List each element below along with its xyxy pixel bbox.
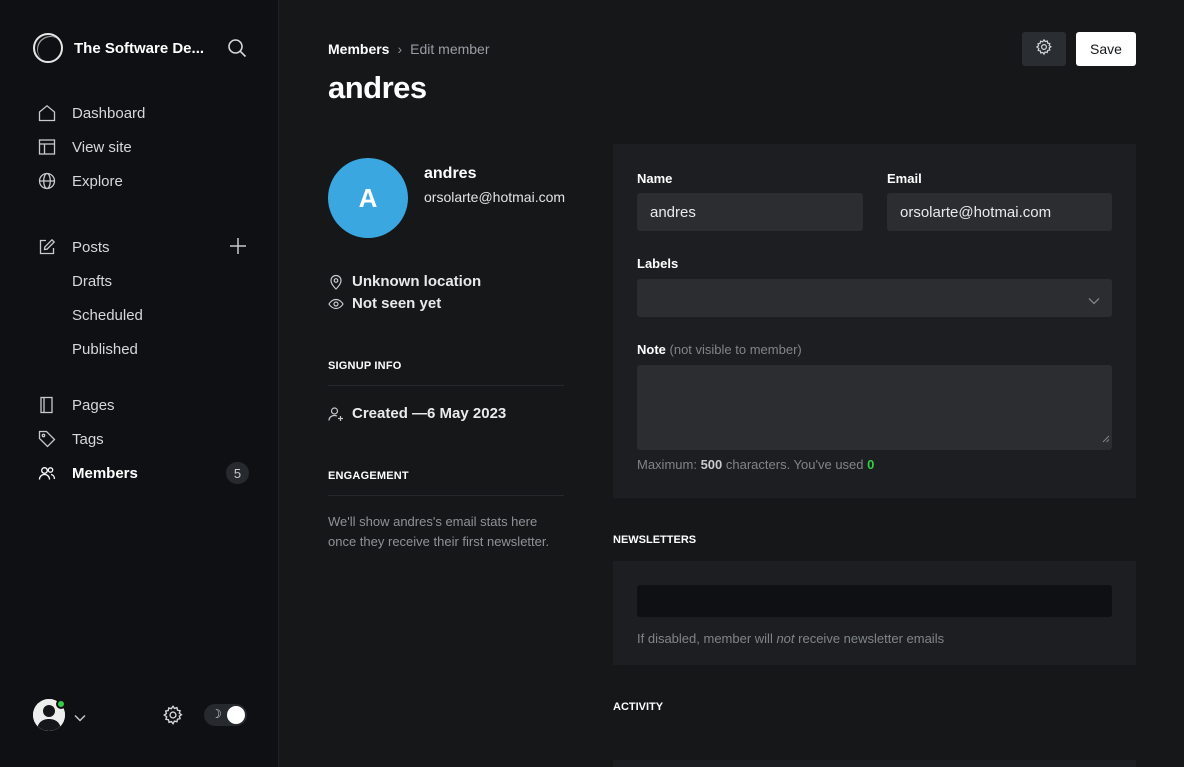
count-used: 0 [867,457,875,472]
sidebar: The Software De... Dashboard View site E… [0,0,279,767]
sidebar-item-posts[interactable]: Posts [38,237,110,257]
newsletter-help-text: If disabled, member will not receive new… [637,631,944,646]
location-pin-icon [328,274,344,290]
gear-icon[interactable] [162,704,184,731]
sidebar-item-view-site[interactable]: View site [38,137,132,157]
chevron-down-icon[interactable] [74,709,86,727]
online-status-dot [56,699,66,709]
engagement-heading: ENGAGEMENT [328,470,409,482]
newsletter-subscriptions[interactable] [637,585,1112,617]
search-icon[interactable] [227,38,247,63]
location-text: Unknown location [352,273,482,290]
newsletters-heading: NEWSLETTERS [613,534,697,546]
tag-icon [38,430,56,448]
moon-icon: ☽ [211,707,222,721]
help-suffix: receive newsletter emails [794,631,945,646]
help-prefix: If disabled, member will [637,631,777,646]
sidebar-item-scheduled[interactable]: Scheduled [72,305,143,325]
email-field[interactable]: orsolarte@hotmai.com [887,193,1112,231]
home-icon [38,104,56,122]
count-max: 500 [700,457,723,472]
sidebar-item-explore[interactable]: Explore [38,171,123,191]
note-label-text: Note [637,342,666,357]
globe-icon [38,172,56,190]
edit-icon [38,238,56,256]
pages-icon [38,396,56,414]
member-email: orsolarte@hotmai.com [424,189,566,205]
sidebar-item-pages[interactable]: Pages [38,395,115,415]
count-middle: characters. You've used [722,457,868,472]
member-location: Unknown location [328,273,481,290]
sidebar-item-tags[interactable]: Tags [38,429,104,449]
eye-icon [328,296,344,312]
divider [328,495,564,496]
name-label: Name [637,171,673,186]
created-date: 6 May 2023 [427,405,507,422]
sidebar-item-dashboard[interactable]: Dashboard [38,103,145,123]
sidebar-item-label: Members [72,464,138,482]
engagement-text: We'll show andres's email stats here onc… [328,514,550,549]
save-button[interactable]: Save [1076,32,1136,66]
sidebar-item-label: Explore [72,172,123,190]
breadcrumb-current: Edit member [410,41,490,57]
members-count-badge: 5 [226,462,249,484]
count-prefix: Maximum: [637,457,701,472]
site-logo-icon [33,33,63,63]
breadcrumb-members-link[interactable]: Members [328,41,389,57]
member-actions-button[interactable] [1022,32,1066,66]
site-brand[interactable]: The Software De... [33,33,212,63]
page-title: andres [328,70,427,105]
note-label: Note (not visible to member) [637,342,802,357]
name-field[interactable]: andres [637,193,863,231]
user-add-icon [328,406,344,422]
sidebar-item-label: Pages [72,396,115,414]
email-label: Email [887,171,922,186]
dark-mode-toggle[interactable]: ☽ [204,704,247,726]
member-avatar: A [328,158,408,238]
sidebar-item-members[interactable]: Members [38,463,138,483]
sidebar-item-label: Drafts [72,272,113,290]
member-last-seen: Not seen yet [328,295,441,312]
last-seen-text: Not seen yet [352,295,442,312]
sidebar-item-label: Published [72,340,138,358]
sidebar-item-drafts[interactable]: Drafts [72,271,112,291]
new-post-plus-icon[interactable] [229,237,247,255]
sidebar-item-label: Posts [72,238,110,256]
resize-handle-icon[interactable] [1102,430,1110,448]
layout-icon [38,138,56,156]
activity-card [613,760,1136,767]
members-icon [38,464,56,482]
member-name: andres [424,165,477,182]
member-created: Created — 6 May 2023 [328,405,506,422]
labels-label: Labels [637,256,679,271]
note-hint: (not visible to member) [669,342,802,357]
signup-info-heading: SIGNUP INFO [328,360,402,372]
created-prefix: Created — [352,405,428,422]
breadcrumb-separator: › [397,41,403,57]
breadcrumb: Members › Edit member [328,41,490,57]
note-character-count: Maximum: 500 characters. You've used 0 [637,457,874,472]
note-textarea[interactable] [637,365,1112,450]
activity-heading: ACTIVITY [613,701,664,713]
sidebar-item-published[interactable]: Published [72,339,138,359]
help-emphasis: not [776,631,795,646]
sidebar-item-label: View site [72,138,132,156]
gear-icon [1035,38,1053,61]
sidebar-item-label: Scheduled [72,306,143,324]
site-title: The Software De... [74,39,205,57]
labels-select[interactable] [637,279,1112,317]
sidebar-item-label: Dashboard [72,104,146,122]
chevron-down-icon [1088,292,1100,310]
sidebar-item-label: Tags [72,430,104,448]
divider [328,385,564,386]
toggle-knob [227,706,245,724]
